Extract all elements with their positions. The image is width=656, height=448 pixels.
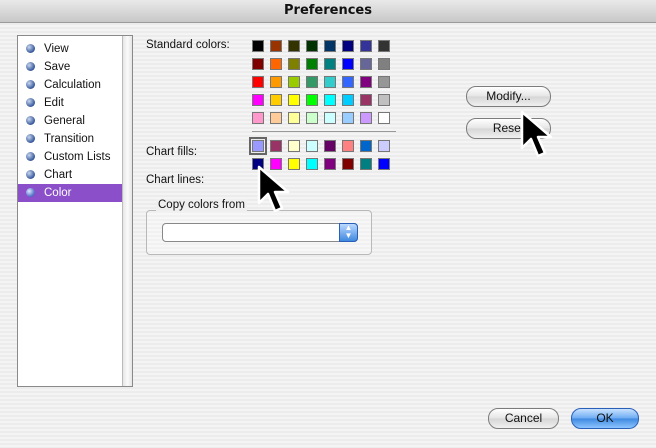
chart-fill-swatch[interactable] bbox=[324, 140, 336, 152]
standard-color-swatch[interactable] bbox=[306, 94, 318, 106]
standard-color-swatch[interactable] bbox=[360, 76, 372, 88]
chart-fill-swatch[interactable] bbox=[270, 140, 282, 152]
chart-fill-swatch[interactable] bbox=[249, 137, 267, 155]
popup-arrows-icon[interactable]: ▲ ▼ bbox=[339, 223, 358, 242]
standard-color-swatch[interactable] bbox=[252, 76, 264, 88]
palette-divider bbox=[252, 131, 396, 132]
standard-color-swatch[interactable] bbox=[342, 58, 354, 70]
window-title: Preferences bbox=[0, 0, 656, 23]
standard-color-swatch[interactable] bbox=[378, 94, 390, 106]
standard-color-swatch[interactable] bbox=[378, 112, 390, 124]
bullet-icon bbox=[26, 170, 35, 179]
standard-color-swatch[interactable] bbox=[288, 112, 300, 124]
category-list-items: View Save Calculation Edit General Transition… bbox=[18, 36, 122, 390]
chart-line-swatch[interactable] bbox=[360, 158, 372, 170]
sidebar-item-color[interactable]: Color bbox=[18, 184, 122, 202]
sidebar-item-transition[interactable]: Transition bbox=[18, 130, 122, 148]
standard-color-swatch[interactable] bbox=[306, 76, 318, 88]
chart-fill-swatch[interactable] bbox=[306, 140, 318, 152]
sidebar-item-label: Custom Lists bbox=[44, 151, 111, 163]
modify-button[interactable]: Modify... bbox=[466, 86, 551, 107]
standard-color-swatch[interactable] bbox=[288, 40, 300, 52]
sidebar-item-label: General bbox=[44, 115, 85, 127]
standard-color-swatch[interactable] bbox=[342, 112, 354, 124]
standard-color-swatch[interactable] bbox=[270, 40, 282, 52]
bullet-icon bbox=[26, 44, 35, 53]
sidebar-item-label: Save bbox=[44, 61, 71, 73]
standard-color-swatch[interactable] bbox=[342, 40, 354, 52]
standard-color-swatch[interactable] bbox=[378, 58, 390, 70]
standard-color-swatch[interactable] bbox=[252, 112, 264, 124]
sidebar-item-label: Calculation bbox=[44, 79, 101, 91]
standard-color-swatch[interactable] bbox=[270, 112, 282, 124]
copy-colors-from-label: Copy colors from bbox=[156, 199, 247, 211]
bullet-icon bbox=[26, 98, 35, 107]
category-scrollbar[interactable] bbox=[122, 36, 132, 386]
standard-color-swatch[interactable] bbox=[360, 94, 372, 106]
standard-color-swatch[interactable] bbox=[270, 94, 282, 106]
chart-line-swatch[interactable] bbox=[342, 158, 354, 170]
standard-color-swatch[interactable] bbox=[324, 58, 336, 70]
bullet-icon bbox=[26, 188, 35, 197]
standard-color-swatch[interactable] bbox=[360, 112, 372, 124]
standard-color-swatch[interactable] bbox=[342, 76, 354, 88]
chart-line-swatch[interactable] bbox=[324, 158, 336, 170]
sidebar-item-label: Chart bbox=[44, 169, 73, 181]
standard-colors-label: Standard colors: bbox=[146, 39, 230, 51]
standard-color-swatch[interactable] bbox=[270, 58, 282, 70]
bullet-icon bbox=[26, 134, 35, 143]
sidebar-item-save[interactable]: Save bbox=[18, 58, 122, 76]
standard-color-swatch[interactable] bbox=[324, 94, 336, 106]
window-content: View Save Calculation Edit General Transition… bbox=[0, 23, 656, 448]
standard-color-swatch[interactable] bbox=[342, 94, 354, 106]
chart-fill-swatch[interactable] bbox=[288, 140, 300, 152]
chart-fill-swatch[interactable] bbox=[378, 140, 390, 152]
sidebar-item-label: Edit bbox=[44, 97, 64, 109]
standard-color-swatch[interactable] bbox=[288, 58, 300, 70]
chart-fills-label: Chart fills: bbox=[146, 146, 198, 158]
sidebar-item-edit[interactable]: Edit bbox=[18, 94, 122, 112]
cancel-button[interactable]: Cancel bbox=[488, 408, 559, 429]
standard-color-swatch[interactable] bbox=[324, 76, 336, 88]
sidebar-item-label: Color bbox=[44, 187, 72, 199]
sidebar-item-chart[interactable]: Chart bbox=[18, 166, 122, 184]
standard-color-swatch[interactable] bbox=[270, 76, 282, 88]
sidebar-item-view[interactable]: View bbox=[18, 40, 122, 58]
sidebar-item-label: Transition bbox=[44, 133, 95, 145]
standard-color-swatch[interactable] bbox=[252, 94, 264, 106]
standard-color-swatch[interactable] bbox=[306, 58, 318, 70]
chart-lines-label: Chart lines: bbox=[146, 174, 205, 186]
standard-color-swatch[interactable] bbox=[306, 40, 318, 52]
standard-color-swatch[interactable] bbox=[306, 112, 318, 124]
bullet-icon bbox=[26, 62, 35, 71]
chart-fill-swatch[interactable] bbox=[342, 140, 354, 152]
standard-color-swatch[interactable] bbox=[360, 58, 372, 70]
copy-colors-from-popup[interactable]: ▲ ▼ bbox=[162, 223, 358, 242]
standard-color-swatch[interactable] bbox=[288, 94, 300, 106]
standard-color-swatch[interactable] bbox=[324, 40, 336, 52]
chart-line-swatch[interactable] bbox=[306, 158, 318, 170]
standard-color-swatch[interactable] bbox=[360, 40, 372, 52]
ok-button[interactable]: OK bbox=[571, 408, 639, 429]
sidebar-item-general[interactable]: General bbox=[18, 112, 122, 130]
standard-color-swatch[interactable] bbox=[378, 76, 390, 88]
chart-fill-swatch[interactable] bbox=[360, 140, 372, 152]
bullet-icon bbox=[26, 80, 35, 89]
standard-color-swatch[interactable] bbox=[378, 40, 390, 52]
copy-colors-group: Copy colors from ▲ ▼ bbox=[146, 199, 372, 255]
sidebar-item-calculation[interactable]: Calculation bbox=[18, 76, 122, 94]
standard-color-swatch[interactable] bbox=[252, 58, 264, 70]
mouse-pointer-icon bbox=[520, 110, 553, 158]
standard-color-swatch[interactable] bbox=[324, 112, 336, 124]
standard-color-swatch[interactable] bbox=[252, 40, 264, 52]
category-list: View Save Calculation Edit General Transition… bbox=[17, 35, 133, 387]
chart-line-swatch[interactable] bbox=[378, 158, 390, 170]
mouse-pointer-icon bbox=[257, 165, 290, 213]
bullet-icon bbox=[26, 152, 35, 161]
sidebar-item-label: View bbox=[44, 43, 69, 55]
standard-color-swatch[interactable] bbox=[288, 76, 300, 88]
sidebar-item-custom-lists[interactable]: Custom Lists bbox=[18, 148, 122, 166]
bullet-icon bbox=[26, 116, 35, 125]
preferences-window: Preferences View Save Calculation Edit Gener… bbox=[0, 0, 656, 448]
